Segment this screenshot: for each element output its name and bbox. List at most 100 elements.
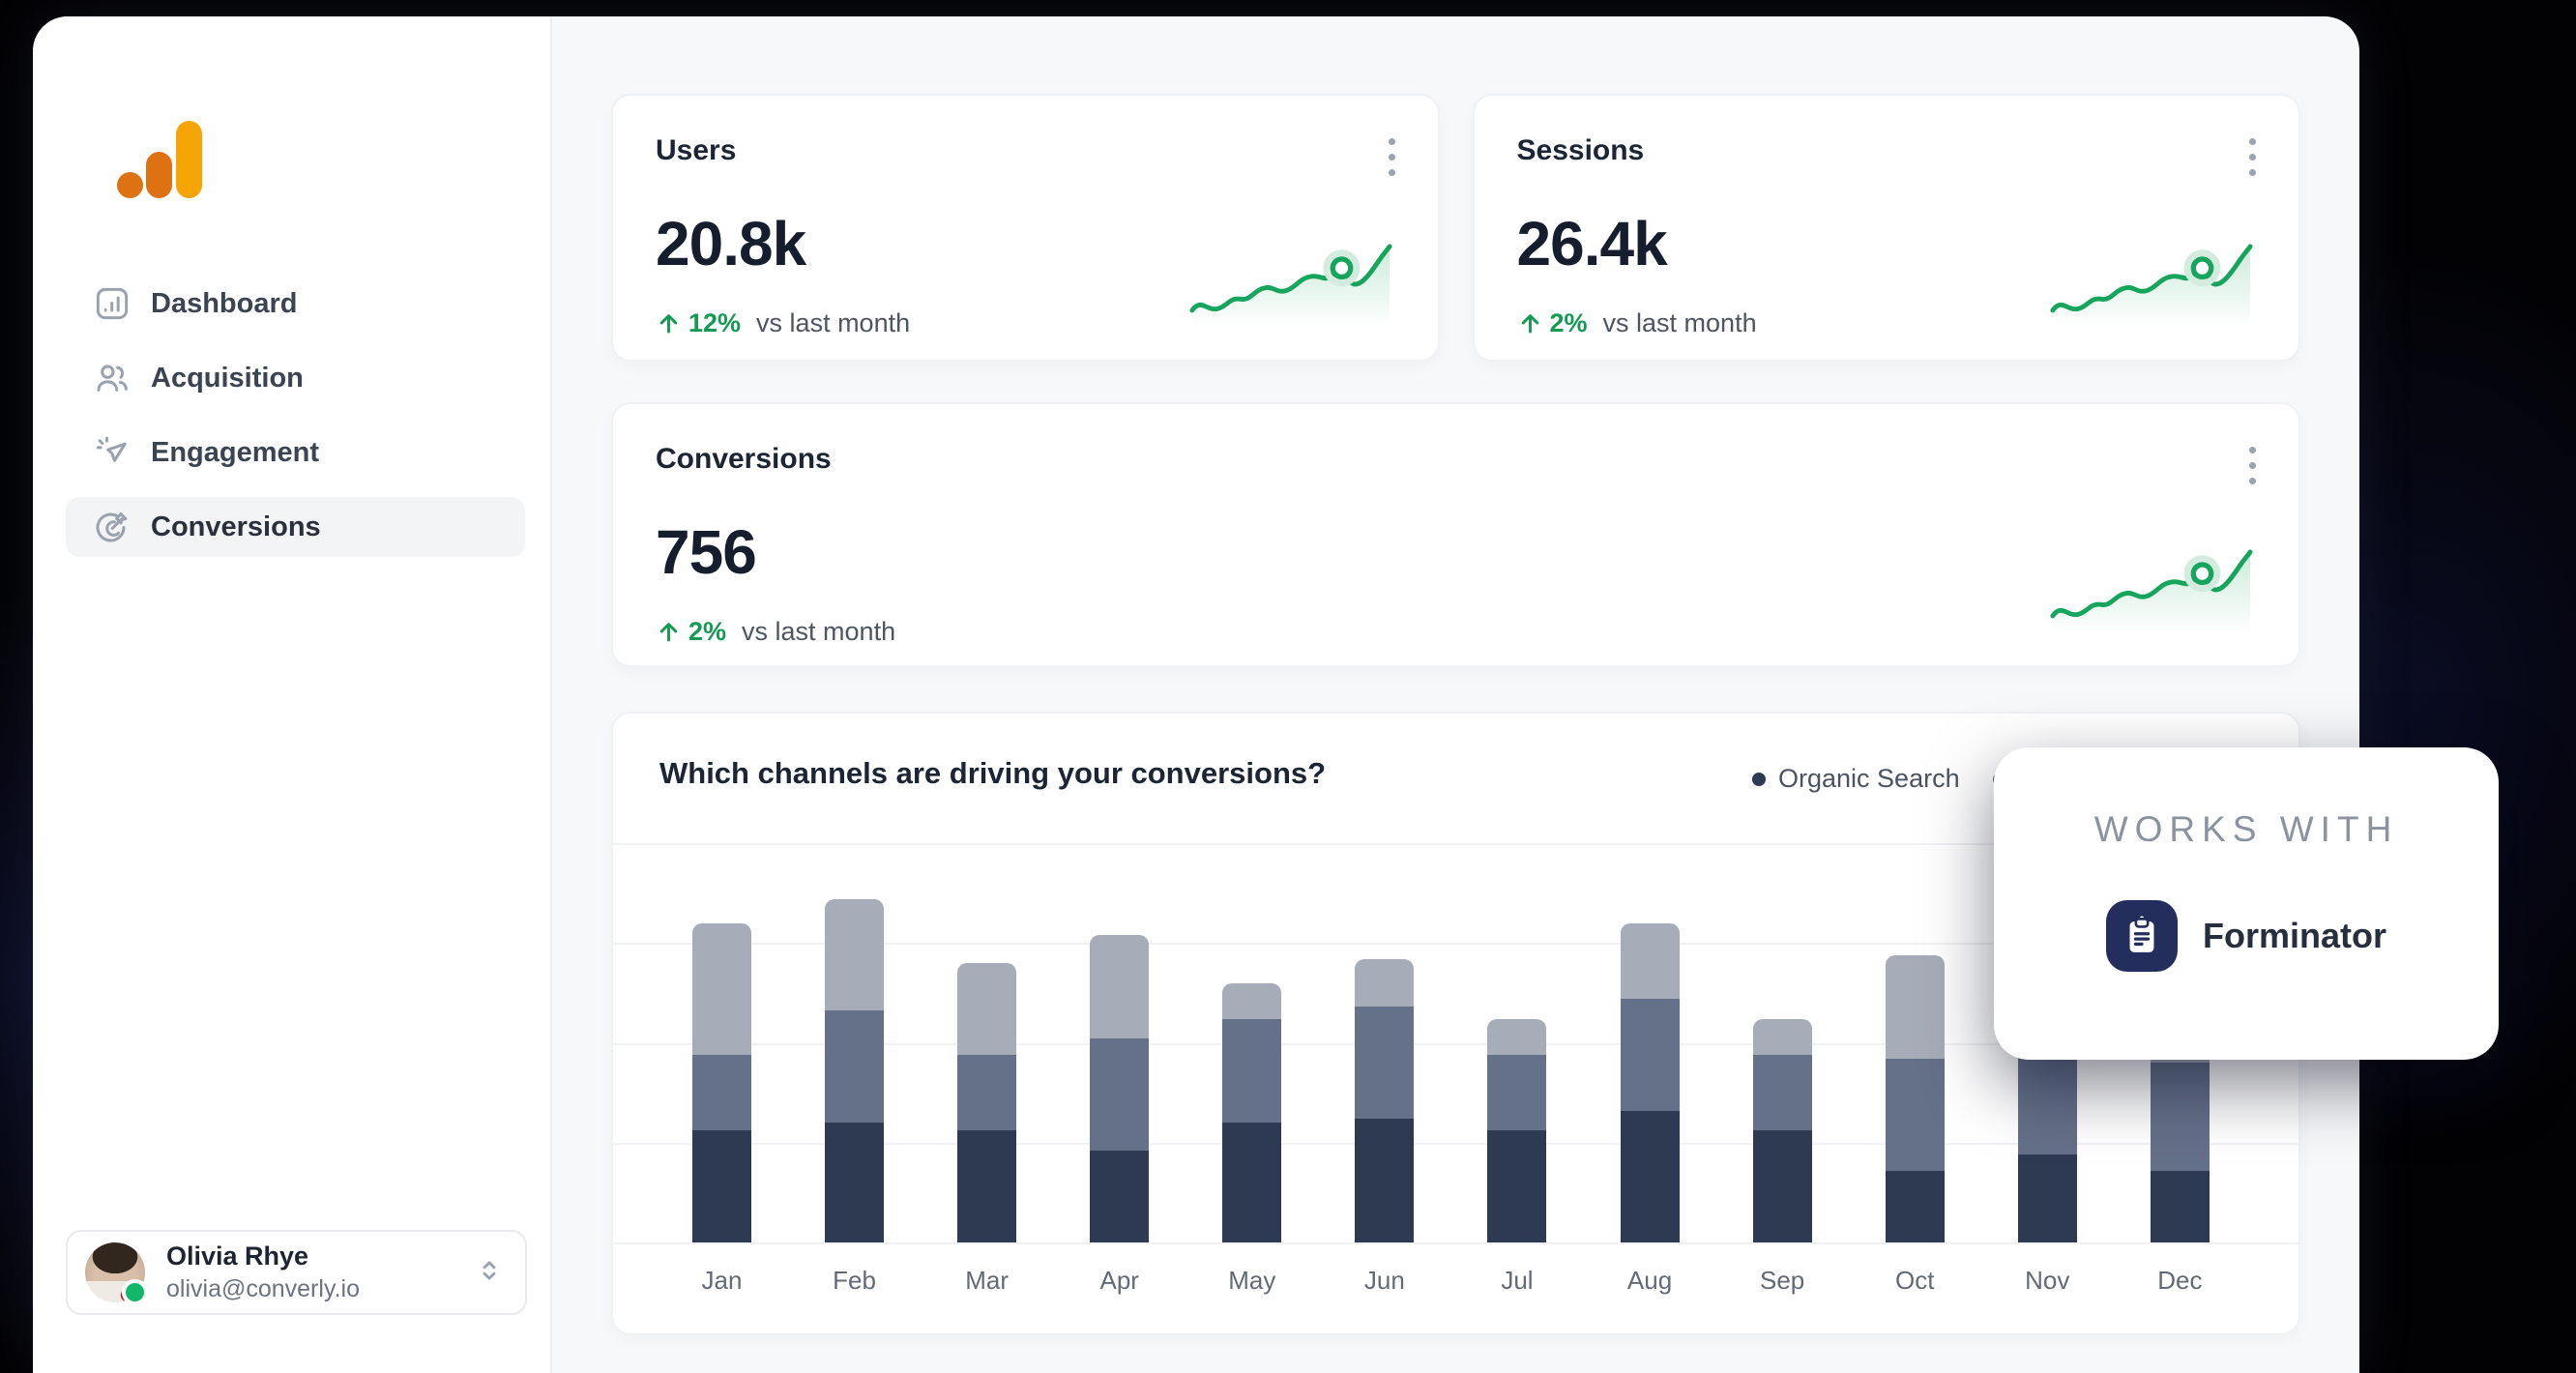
- users-icon: [93, 359, 132, 397]
- bar-segment: [1885, 1170, 1945, 1242]
- bar-segment: [1090, 1038, 1150, 1152]
- delta-up: 2%: [1517, 308, 1588, 338]
- bar-segment: [1090, 935, 1150, 1039]
- sparkline-chart: [2050, 244, 2253, 328]
- user-profile-menu[interactable]: Olivia Rhye olivia@converly.io: [66, 1230, 527, 1315]
- cursor-click-icon: [93, 433, 132, 472]
- bar-segment: [1222, 982, 1282, 1019]
- compare-label: vs last month: [756, 308, 911, 337]
- profile-text: Olivia Rhye olivia@converly.io: [166, 1242, 475, 1303]
- stat-row: Users 20.8k 12% vs last month Sessions 2…: [611, 94, 2300, 362]
- works-with-card: WORKS WITH Forminator: [1994, 747, 2499, 1060]
- bar-segment: [1752, 1018, 1812, 1055]
- card-title: Sessions: [1516, 134, 1645, 166]
- chevron-updown-icon: [475, 1256, 504, 1289]
- forminator-clipboard-icon: [2105, 900, 2178, 972]
- sidebar-item-label: Dashboard: [151, 287, 298, 319]
- bar-segment: [1752, 1130, 1812, 1242]
- bar-segment: [1752, 1054, 1812, 1131]
- main-content: Users 20.8k 12% vs last month Sessions 2…: [554, 16, 2359, 1373]
- bar-segment: [1355, 958, 1415, 1008]
- bar-apr[interactable]: [1090, 935, 1150, 1242]
- sidebar-item-engagement[interactable]: Engagement: [66, 423, 525, 482]
- works-with-app: Forminator: [2105, 900, 2386, 972]
- bar-segment: [1355, 1007, 1415, 1119]
- bar-segment: [1620, 999, 1680, 1111]
- profile-name: Olivia Rhye: [166, 1242, 309, 1271]
- x-tick-apr: Apr: [1099, 1266, 1139, 1295]
- sidebar-item-acquisition[interactable]: Acquisition: [66, 348, 525, 408]
- sidebar-item-label: Conversions: [151, 511, 321, 542]
- x-tick-may: May: [1228, 1266, 1276, 1295]
- sidebar-item-dashboard[interactable]: Dashboard: [66, 274, 525, 334]
- works-with-app-name: Forminator: [2202, 916, 2386, 955]
- delta-row: 2% vs last month: [656, 617, 2256, 647]
- bar-segment: [1222, 1018, 1282, 1124]
- dashboard-icon: [93, 284, 132, 323]
- kebab-menu-button[interactable]: [1381, 131, 1403, 184]
- profile-email: olivia@converly.io: [166, 1275, 360, 1303]
- compare-label: vs last month: [1602, 308, 1757, 337]
- bar-segment: [2150, 1063, 2210, 1171]
- bar-sep[interactable]: [1752, 1018, 1812, 1242]
- bar-aug[interactable]: [1620, 922, 1680, 1242]
- stat-value: 756: [656, 517, 757, 587]
- sparkline-chart: [1188, 244, 1392, 328]
- x-tick-jul: Jul: [1501, 1266, 1534, 1295]
- bar-feb[interactable]: [825, 898, 885, 1242]
- bar-segment: [1355, 1118, 1415, 1242]
- delta-up: 2%: [656, 617, 726, 647]
- bar-oct[interactable]: [1885, 954, 1945, 1242]
- x-tick-aug: Aug: [1626, 1266, 1673, 1295]
- bar-segment: [1620, 1110, 1680, 1242]
- bar-segment: [1885, 954, 1945, 1060]
- sidebar-item-label: Engagement: [151, 436, 320, 468]
- gridline: [613, 1242, 2298, 1244]
- kebab-menu-button[interactable]: [2241, 439, 2264, 492]
- app-window: Dashboard Acquisition Engagement Convers…: [33, 16, 2359, 1373]
- x-tick-jan: Jan: [701, 1266, 743, 1295]
- x-tick-dec: Dec: [2157, 1266, 2203, 1295]
- arrow-up-icon: [659, 623, 678, 642]
- bar-may[interactable]: [1222, 982, 1282, 1242]
- page-background: Dashboard Acquisition Engagement Convers…: [0, 0, 2576, 1373]
- delta-up: 12%: [656, 308, 741, 338]
- bar-segment: [825, 898, 885, 1011]
- bar-segment: [692, 922, 751, 1055]
- bar-segment: [1620, 922, 1680, 1000]
- bar-jun[interactable]: [1355, 958, 1415, 1242]
- bar-mar[interactable]: [957, 962, 1017, 1242]
- analytics-logo: [117, 121, 202, 198]
- chart-title: Which channels are driving your conversi…: [659, 756, 1327, 790]
- month-labels: Jan Feb Mar Apr May Jun Jul Aug Sep Oct Nov Dec: [613, 1266, 2298, 1296]
- bar-segment: [1090, 1151, 1150, 1242]
- bar-jan[interactable]: [692, 922, 751, 1242]
- bar-segment: [1487, 1018, 1547, 1055]
- sidebar-nav: Dashboard Acquisition Engagement Convers…: [66, 274, 525, 557]
- bar-segment: [1222, 1123, 1282, 1242]
- bar-segment: [825, 1010, 885, 1124]
- bar-jul[interactable]: [1487, 1018, 1547, 1242]
- bar-segment: [2017, 1050, 2077, 1155]
- bar-segment: [957, 1054, 1017, 1131]
- sidebar-item-conversions[interactable]: Conversions: [66, 497, 525, 557]
- sparkline-chart: [2050, 549, 2253, 633]
- card-title: Conversions: [656, 443, 832, 475]
- x-tick-feb: Feb: [833, 1266, 876, 1295]
- users-stat-card: Users 20.8k 12% vs last month: [611, 94, 1440, 362]
- goal-target-icon: [93, 508, 132, 546]
- arrow-up-icon: [659, 314, 678, 334]
- legend-item-1[interactable]: Organic Search: [1752, 764, 1960, 794]
- bar-segment: [957, 1130, 1017, 1242]
- sidebar: Dashboard Acquisition Engagement Convers…: [33, 16, 552, 1373]
- x-tick-sep: Sep: [1759, 1266, 1805, 1295]
- compare-label: vs last month: [742, 617, 896, 646]
- sidebar-item-label: Acquisition: [151, 362, 304, 394]
- kebab-menu-button[interactable]: [2241, 131, 2264, 184]
- bar-segment: [1487, 1130, 1547, 1242]
- bar-segment: [1885, 1059, 1945, 1171]
- bar-segment: [2017, 1154, 2077, 1242]
- works-with-heading: WORKS WITH: [2093, 809, 2399, 849]
- sessions-stat-card: Sessions 26.4k 2% vs last month: [1472, 94, 2300, 362]
- legend-dot: [1752, 772, 1766, 786]
